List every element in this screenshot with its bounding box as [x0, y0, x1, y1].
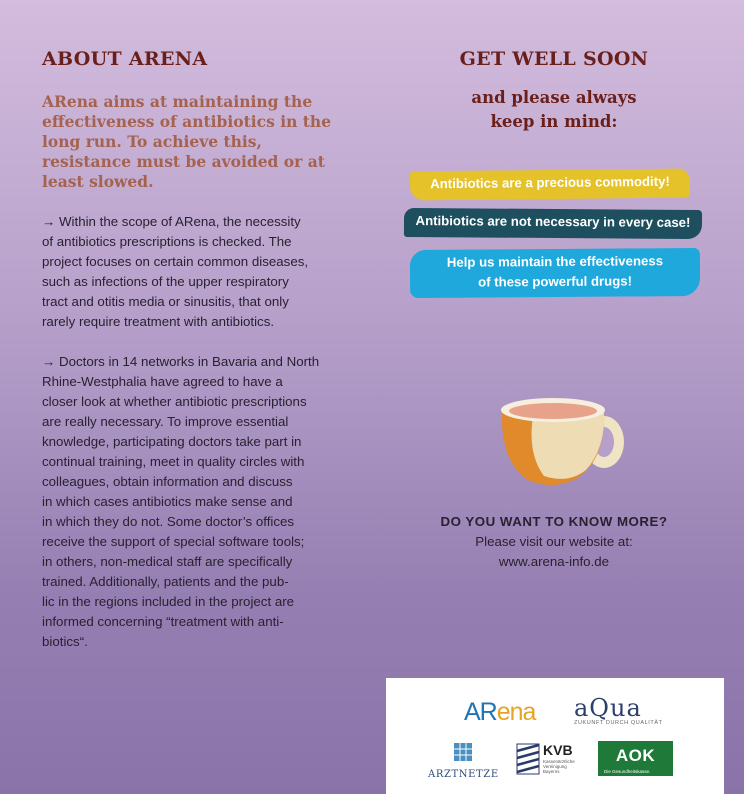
banner-maintain-effectiveness: Help us maintain the effectiveness of th…	[409, 247, 701, 299]
banner-not-necessary: Antibiotics are not necessary in every c…	[403, 207, 703, 240]
more-question: DO YOU WANT TO KNOW MORE?	[440, 514, 668, 529]
about-lead: ARena aims at maintaining the effectiven…	[42, 92, 332, 191]
aqua-logo: aQua ZUKUNFT DURCH QUALITÄT	[574, 694, 663, 726]
arena-logo: ARena	[464, 698, 536, 726]
partner-logos: ARena aQua ZUKUNFT DURCH QUALITÄT ARZTNE…	[386, 678, 724, 794]
keep-in-mind-subheading: and please always keep in mind:	[471, 88, 637, 131]
about-heading: ABOUT ARENA	[42, 48, 208, 70]
about-paragraph-1: → Within the scope of ARena, the necessi…	[42, 214, 309, 329]
about-paragraph-2: → Doctors in 14 networks in Bavaria and …	[42, 354, 320, 649]
get-well-section: GET WELL SOON and please always keep in …	[396, 48, 712, 134]
kvb-logo: KVB Kassenärztliche Vereinigung Bayerns	[516, 742, 575, 781]
aerztenetze-logo: ARZTNETZE	[428, 742, 498, 780]
network-grid-icon	[454, 743, 472, 761]
about-section: ABOUT ARENA ARena aims at maintaining th…	[42, 48, 332, 652]
aok-logo: AOK Die Gesundheitskasse.	[598, 741, 673, 776]
banner-precious-commodity: Antibiotics are a precious commodity!	[409, 168, 691, 201]
bavaria-lion-icon	[516, 743, 540, 775]
tea-cup-icon	[501, 398, 624, 485]
more-info: DO YOU WANT TO KNOW MORE? Please visit o…	[396, 512, 712, 572]
get-well-heading: GET WELL SOON	[459, 48, 649, 70]
website-link[interactable]: www.arena-info.de	[396, 552, 712, 572]
more-text: Please visit our website at:	[475, 534, 633, 549]
